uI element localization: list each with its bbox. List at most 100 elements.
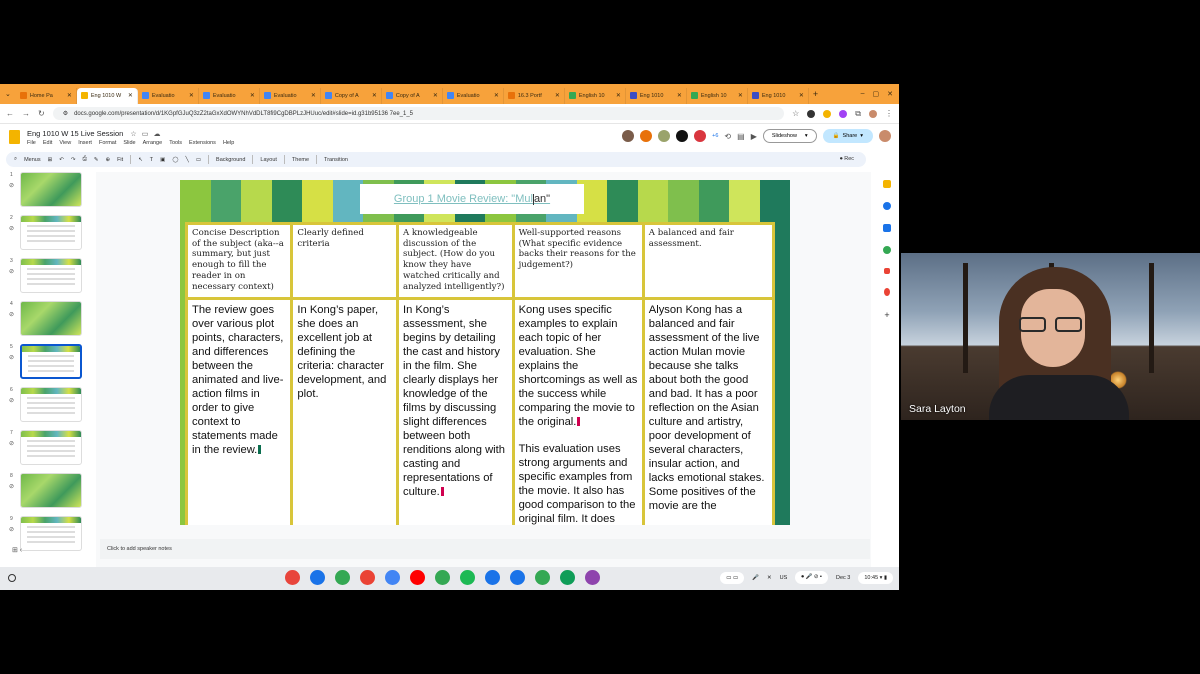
close-tab-icon[interactable]: ✕: [616, 92, 621, 99]
grid-view-icon[interactable]: ⊞ ‹: [12, 546, 22, 554]
zoom-select[interactable]: Fit: [117, 157, 123, 163]
shelf-app-icon[interactable]: [435, 570, 450, 585]
comments-icon[interactable]: ▤: [737, 132, 745, 141]
slide-thumbnail-row[interactable]: 5 ⊘: [6, 344, 86, 384]
new-slide-icon[interactable]: ⊞: [48, 157, 53, 163]
image-icon[interactable]: ▣: [160, 157, 165, 163]
browser-tab[interactable]: 16.3 Portf ✕: [504, 87, 565, 104]
new-tab-button[interactable]: +: [813, 89, 818, 99]
menu-item-tools[interactable]: Tools: [169, 140, 182, 146]
menu-item-view[interactable]: View: [59, 140, 71, 146]
menu-item-edit[interactable]: Edit: [43, 140, 52, 146]
extension-icon[interactable]: [823, 109, 832, 118]
profile-avatar[interactable]: [869, 109, 877, 118]
maps-icon[interactable]: [883, 246, 891, 254]
account-avatar[interactable]: [879, 130, 891, 142]
slide-thumbnail[interactable]: [20, 430, 82, 465]
line-icon[interactable]: ╲: [186, 157, 189, 163]
shelf-app-icon[interactable]: [410, 570, 425, 585]
close-tab-icon[interactable]: ✕: [555, 92, 560, 99]
comment-icon[interactable]: ▭: [196, 157, 201, 163]
browser-tab[interactable]: English 10 ✕: [565, 87, 626, 104]
close-tab-icon[interactable]: ✕: [433, 92, 438, 99]
slides-logo-icon[interactable]: [9, 130, 20, 144]
menu-item-slide[interactable]: Slide: [123, 140, 135, 146]
reload-icon[interactable]: ↻: [38, 109, 45, 118]
layout-button[interactable]: Layout: [260, 157, 277, 163]
chevron-down-icon[interactable]: ▾: [805, 133, 808, 139]
theme-button[interactable]: Theme: [292, 157, 309, 163]
criteria-cell[interactable]: Clearly defined criteria: [290, 222, 399, 300]
slide-thumbnail-row[interactable]: 1 ⊘: [6, 172, 86, 212]
slide-title[interactable]: Group 1 Movie Review: "Mul an": [360, 184, 584, 214]
transition-button[interactable]: Transition: [324, 157, 348, 163]
search-icon[interactable]: ⌕: [14, 156, 17, 163]
extension-icon[interactable]: [839, 109, 848, 118]
document-title[interactable]: Eng 1010 W 15 Live Session ☆ ▭ ☁: [27, 129, 161, 138]
browser-tab[interactable]: Evaluatio ✕: [260, 87, 321, 104]
shelf-app-icon[interactable]: [510, 570, 525, 585]
browser-tab[interactable]: Eng 1010 ✕: [748, 87, 809, 104]
extensions-puzzle-icon[interactable]: ⧉: [855, 109, 861, 119]
menu-item-insert[interactable]: Insert: [78, 140, 92, 146]
star-icon[interactable]: ☆: [130, 131, 136, 138]
slide[interactable]: Group 1 Movie Review: "Mul an" Concise De…: [180, 180, 790, 525]
mic-icon[interactable]: [884, 288, 890, 296]
move-folder-icon[interactable]: ▭: [142, 131, 149, 138]
browser-tab[interactable]: Evaluatio ✕: [138, 87, 199, 104]
media-controls[interactable]: ⏺ 🎤 ⊘ ▪: [795, 571, 828, 584]
slide-thumbnail[interactable]: [20, 215, 82, 250]
menu-item-arrange[interactable]: Arrange: [143, 140, 163, 146]
criteria-cell[interactable]: A knowledgeable discussion of the subjec…: [395, 222, 515, 300]
browser-tab[interactable]: English 10 ✕: [687, 87, 748, 104]
history-icon[interactable]: ⟲: [724, 132, 731, 141]
slide-thumbnail[interactable]: [20, 172, 82, 207]
keep-icon[interactable]: [883, 180, 891, 188]
status-area[interactable]: 10:45 ▾ ▮: [858, 571, 893, 584]
criteria-cell[interactable]: Well-supported reasons (What specific ev…: [511, 222, 645, 300]
background-button[interactable]: Background: [216, 157, 245, 163]
shelf-app-icon[interactable]: [585, 570, 600, 585]
evaluation-cell[interactable]: Alyson Kong has a balanced and fair asse…: [641, 297, 776, 525]
collaborator-avatar[interactable]: [640, 130, 653, 142]
date-label[interactable]: Dec 3: [836, 575, 850, 581]
close-tab-icon[interactable]: ✕: [494, 92, 499, 99]
undo-icon[interactable]: ↶: [59, 157, 64, 163]
comment-marker-icon[interactable]: [440, 487, 444, 496]
site-info-icon[interactable]: ⚙: [63, 110, 68, 117]
close-tab-icon[interactable]: ✕: [67, 92, 72, 99]
slide-thumbnail-row[interactable]: 4 ⊘: [6, 301, 86, 341]
text-box-icon[interactable]: T: [150, 157, 153, 163]
menu-item-extensions[interactable]: Extensions: [189, 140, 216, 146]
close-tab-icon[interactable]: ✕: [799, 92, 804, 99]
forward-icon[interactable]: →: [22, 109, 30, 118]
maximize-icon[interactable]: ▢: [873, 90, 880, 98]
close-tab-icon[interactable]: ✕: [128, 92, 133, 99]
shelf-app-icon[interactable]: [460, 570, 475, 585]
browser-menu-icon[interactable]: ⋮: [885, 109, 893, 118]
criteria-cell[interactable]: A balanced and fair assessment.: [641, 222, 776, 300]
slide-thumbnail[interactable]: [20, 516, 82, 551]
close-tab-icon[interactable]: ✕: [372, 92, 377, 99]
slide-thumbnail[interactable]: [20, 258, 82, 293]
browser-tab[interactable]: Evaluatio ✕: [443, 87, 504, 104]
minimize-icon[interactable]: –: [861, 90, 865, 98]
rubric-table[interactable]: Concise Description of the subject (aka-…: [184, 222, 776, 525]
slide-thumbnail-row[interactable]: 2 ⊘: [6, 215, 86, 255]
shelf-app-icon[interactable]: [560, 570, 575, 585]
shelf-app-icon[interactable]: [535, 570, 550, 585]
shape-icon[interactable]: ◯: [172, 157, 178, 163]
bookmark-star-icon[interactable]: ☆: [792, 109, 799, 118]
back-icon[interactable]: ←: [6, 109, 14, 118]
browser-tab[interactable]: Evaluatio ✕: [199, 87, 260, 104]
menu-item-file[interactable]: File: [27, 140, 36, 146]
meet-icon[interactable]: ▶: [751, 132, 757, 141]
collaborator-avatar[interactable]: [676, 130, 689, 142]
collaborator-count[interactable]: +6: [712, 133, 718, 139]
url-field[interactable]: ⚙ docs.google.com/presentation/d/1KGpfGJ…: [52, 107, 785, 120]
slideshow-button[interactable]: Slideshow ▾: [762, 129, 817, 143]
extension-icon[interactable]: [807, 109, 816, 118]
slide-thumbnail[interactable]: [20, 473, 82, 508]
print-icon[interactable]: ⎙: [82, 156, 86, 163]
rec-button[interactable]: ⏺ Rec: [840, 156, 866, 163]
